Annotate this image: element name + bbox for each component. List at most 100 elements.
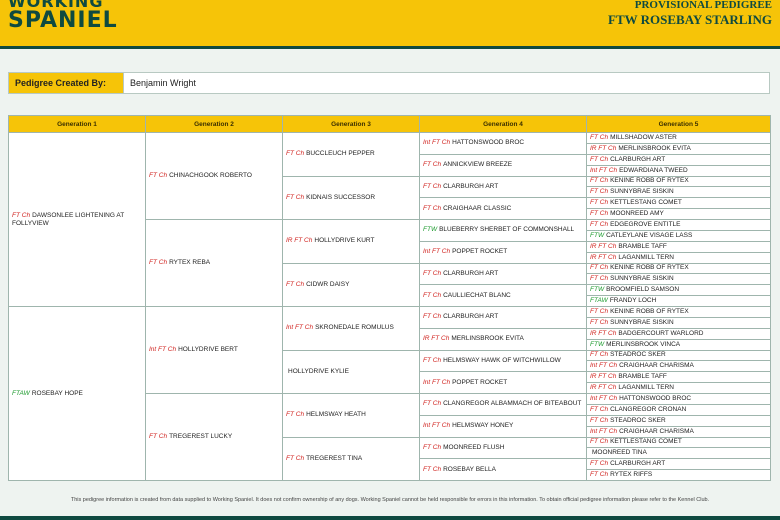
dog-title: Int FT Ch [423, 248, 451, 256]
pedigree-dog-gen4: FT Ch HELMSWAY HAWK OF WITCHWILLOW [419, 349, 587, 373]
pedigree-dog-gen4: Int FT Ch POPPET ROCKET [419, 371, 587, 394]
dog-title: FT Ch [286, 411, 305, 419]
dog-title: Int FT Ch [423, 422, 451, 430]
dog-name: HELMSWAY HONEY [452, 422, 514, 430]
generation-header: Generation 1 [8, 115, 146, 133]
dog-name: CATLEYLANE VISAGE LASS [606, 231, 693, 239]
pedigree-dog-gen2: FT Ch TREGEREST LUCKY [145, 393, 283, 481]
pedigree-dog-gen5: FTAW FRANDY LOCH [586, 295, 771, 307]
creator-label: Pedigree Created By: [9, 73, 124, 93]
dog-title: FTW [423, 226, 438, 234]
dog-title: FT Ch [286, 454, 305, 462]
pedigree-dog-gen5: IR FT Ch BRAMBLE TAFF [586, 240, 771, 253]
pedigree-dog-gen5: MOONREED TINA [586, 447, 771, 460]
dog-title: FT Ch [286, 280, 305, 288]
dog-name: CHINACHGOOK ROBERTO [169, 172, 252, 179]
dog-name: CRAIGHAAR CHARISMA [619, 362, 694, 370]
dog-title: FT Ch [590, 133, 609, 141]
pedigree-dog-gen4: Int FT Ch POPPET ROCKET [419, 240, 587, 264]
dog-name: MERLINSBROOK EVITA [618, 144, 691, 152]
pedigree-dog-gen4: FT Ch CLARBURGH ART [419, 262, 587, 286]
dog-title: Int FT Ch [590, 362, 618, 370]
dog-name: LAGANMILL TERN [618, 384, 675, 392]
pedigree-dog-gen5: FT Ch MOONREED AMY [586, 208, 771, 220]
dog-name: MOONREED TINA [592, 449, 647, 457]
dog-name: HATTONSWOOD BROC [452, 139, 525, 147]
header-bar: WORKING SPANIEL PROVISIONAL PEDIGREE FTW… [0, 0, 780, 49]
pedigree-dog-gen5: FT Ch CLANGREGOR CRONAN [586, 403, 771, 416]
dog-name: CRAIGHAAR CHARISMA [619, 427, 694, 435]
pedigree-dog-gen5: FT Ch CLARBURGH ART [586, 153, 771, 166]
pedigree-dog-gen5: FT Ch KETTLESTANG COMET [586, 197, 771, 210]
dog-title: FT Ch [149, 172, 168, 179]
dog-name: SKRONEDALE ROMULUS [315, 324, 394, 332]
dog-name: SUNNYBRAE SISKIN [610, 188, 674, 196]
working-spaniel-logo[interactable]: WORKING SPANIEL [8, 0, 118, 32]
dog-name: KENINE ROBB OF RYTEX [610, 307, 689, 315]
dog-name: KENINE ROBB OF RYTEX [610, 264, 689, 272]
pedigree-dog-gen4: FT Ch MOONREED FLUSH [419, 436, 587, 460]
dog-name: POPPET ROCKET [452, 248, 508, 256]
pedigree-dog-gen3: FT Ch TREGEREST TINA [282, 436, 420, 481]
pedigree-dog-gen5: IR FT Ch BADGERCOURT WARLORD [586, 327, 771, 340]
pedigree-table: Generation 1 Generation 2 Generation 3 G… [8, 115, 771, 481]
dog-name: HOLLYDRIVE KYLIE [288, 367, 349, 375]
dog-title: FT Ch [590, 275, 609, 283]
pedigree-dog-gen5: IR FT Ch MERLINSBROOK EVITA [586, 142, 771, 155]
dog-title: FT Ch [590, 460, 609, 468]
dog-name: HOLLYDRIVE BERT [178, 346, 238, 353]
dog-title: FT Ch [590, 188, 609, 196]
pedigree-dog-gen5: FT Ch CLARBURGH ART [586, 458, 771, 471]
dog-name: BUCCLEUCH PEPPER [306, 150, 375, 158]
pedigree-dog-gen4: FTW BLUEBERRY SHERBET OF COMMONSHALL [419, 219, 587, 242]
pedigree-dog-gen5: IR FT Ch LAGANMILL TERN [586, 382, 771, 394]
dog-name: STEADROC SKER [610, 351, 666, 359]
dog-name: TREGEREST TINA [306, 454, 363, 462]
pedigree-dog-gen3: FT Ch HELMSWAY HEATH [282, 393, 420, 438]
dog-name: KIDNAIS SUCCESSOR [306, 193, 376, 201]
pedigree-dog-gen5: FT Ch KENINE ROBB OF RYTEX [586, 262, 771, 275]
pedigree-dog-gen5: FT Ch KENINE ROBB OF RYTEX [586, 175, 771, 188]
pedigree-dog-gen4: FT Ch CLARBURGH ART [419, 175, 587, 199]
generation-header: Generation 5 [586, 115, 771, 133]
dog-name: HOLLYDRIVE KURT [314, 237, 375, 245]
pedigree-dog-gen2: Int FT Ch HOLLYDRIVE BERT [145, 306, 283, 394]
pedigree-dog-gen4: FT Ch CRAIGHAAR CLASSIC [419, 197, 587, 220]
dog-name: KETTLESTANG COMET [610, 438, 682, 446]
dog-title: FTW [590, 286, 605, 294]
dog-title: Int FT Ch [286, 324, 314, 332]
dog-name: BLUEBERRY SHERBET OF COMMONSHALL [439, 226, 575, 234]
dog-title: FT Ch [590, 307, 609, 315]
generation-header-row: Generation 1 Generation 2 Generation 3 G… [8, 115, 771, 133]
dog-title: FT Ch [590, 220, 609, 228]
dog-title: FT Ch [423, 443, 442, 451]
dog-name: MERLINSBROOK VINCA [606, 340, 681, 348]
pedigree-dog-gen5: FT Ch KETTLESTANG COMET [586, 436, 771, 449]
dog-title: Int FT Ch [423, 378, 451, 386]
dog-name: CRAIGHAAR CLASSIC [443, 204, 512, 212]
dog-title: Int FT Ch [590, 394, 618, 402]
pedigree-dog-gen1: FT Ch DAWSONLEE LIGHTENING AT FOLLYVIEW [8, 132, 146, 307]
pedigree-dog-gen5: FT Ch STEADROC SKER [586, 414, 771, 427]
dog-name: CIDWR DAISY [306, 280, 350, 288]
dog-title: FT Ch [12, 211, 31, 219]
pedigree-dog-gen3: HOLLYDRIVE KYLIE [282, 349, 420, 394]
dog-title: IR FT Ch [590, 253, 617, 261]
dog-title: FT Ch [590, 405, 609, 413]
dog-title: FT Ch [590, 351, 609, 359]
dog-name: KENINE ROBB OF RYTEX [610, 177, 689, 185]
dog-name: BRAMBLE TAFF [618, 242, 667, 250]
dog-name: FRANDY LOCH [609, 297, 657, 305]
pedigree-dog-gen5: Int FT Ch CRAIGHAAR CHARISMA [586, 425, 771, 438]
disclaimer-footer: This pedigree information is created fro… [70, 497, 710, 503]
dog-name: KETTLESTANG COMET [610, 199, 682, 207]
pedigree-dog-gen5: FT Ch SUNNYBRAE SISKIN [586, 186, 771, 199]
dog-name: CAULLIECHAT BLANC [443, 291, 511, 299]
dog-name: EDGEGROVE ENTITLE [610, 220, 681, 228]
dog-title: FT Ch [423, 313, 442, 321]
pedigree-dog-gen4: Int FT Ch HELMSWAY HONEY [419, 414, 587, 438]
dog-name: MOONREED AMY [610, 210, 664, 218]
dog-title: FT Ch [590, 199, 609, 207]
pedigree-dog-gen2: FT Ch CHINACHGOOK ROBERTO [145, 132, 283, 220]
dog-name: CLARBURGH ART [443, 269, 499, 277]
